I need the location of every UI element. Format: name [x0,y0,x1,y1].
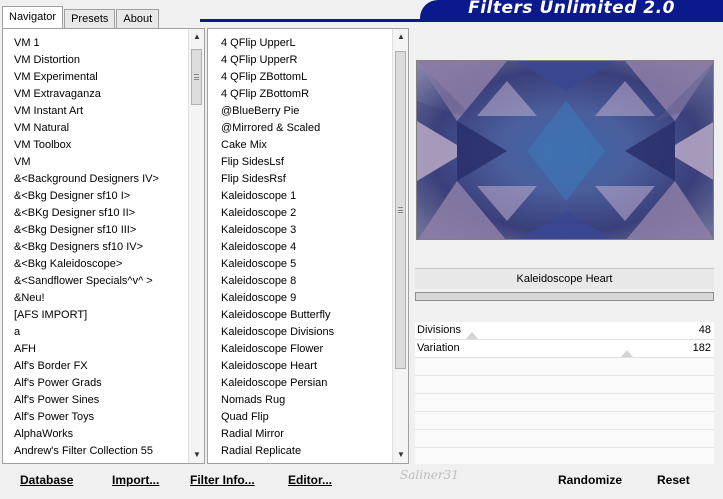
database-button[interactable]: Database [20,473,73,487]
list-item[interactable]: Kaleidoscope Divisions [208,324,392,341]
list-item[interactable]: Quad Flip [208,409,392,426]
list-item[interactable]: Andrew's Filter Collection 55 [3,443,188,460]
param-label: Divisions [417,324,462,336]
list-item[interactable]: Kaleidoscope Heart [208,358,392,375]
list-item[interactable]: 4 QFlip ZBottomL [208,69,392,86]
list-item[interactable]: 4 QFlip UpperR [208,52,392,69]
list-item[interactable]: 4 QFlip ZBottomR [208,86,392,103]
import-button[interactable]: Import... [112,473,159,487]
category-list-items: VM 1 VM Distortion VM Experimental VM Extra… [3,35,188,460]
list-item[interactable]: Alf's Power Toys [3,409,188,426]
progress-bar [415,292,714,301]
list-item[interactable]: [AFS IMPORT] [3,307,188,324]
empty-param-row [415,430,714,448]
scroll-down-icon[interactable]: ▼ [393,447,408,463]
category-scrollbar[interactable]: ▲ ▼ [188,29,204,463]
list-item[interactable]: Kaleidoscope 5 [208,256,392,273]
scroll-thumb[interactable] [395,51,406,369]
list-item[interactable]: Kaleidoscope Flower [208,341,392,358]
list-item[interactable]: VM Instant Art [3,103,188,120]
header-divider [200,19,723,22]
list-item[interactable]: &<Bkg Designers sf10 IV> [3,239,188,256]
list-item[interactable]: &<Bkg Designer sf10 I> [3,188,188,205]
empty-param-row [415,394,714,412]
list-item[interactable]: @Mirrored & Scaled [208,120,392,137]
list-item[interactable]: Kaleidoscope 8 [208,273,392,290]
list-item[interactable]: Radial Mirror [208,426,392,443]
list-item[interactable]: &<Bkg Designer sf10 III> [3,222,188,239]
tab-about[interactable]: About [116,9,160,28]
editor-button[interactable]: Editor... [288,473,332,487]
list-item[interactable]: Kaleidoscope 1 [208,188,392,205]
scroll-up-icon[interactable]: ▲ [393,29,408,45]
filter-info-button[interactable]: Filter Info... [190,473,255,487]
empty-param-row [415,376,714,394]
param-value: 48 [698,324,711,336]
list-item[interactable]: Radial Replicate [208,443,392,460]
app-title: Filters Unlimited 2.0 [468,0,675,18]
list-item[interactable]: Kaleidoscope 2 [208,205,392,222]
filter-list[interactable]: 4 QFlip UpperL 4 QFlip UpperR 4 QFlip ZBot… [207,28,409,464]
list-item[interactable]: Flip SidesLsf [208,154,392,171]
param-variation[interactable]: Variation 182 [415,340,714,358]
preview-image [416,60,714,240]
filter-list-items: 4 QFlip UpperL 4 QFlip UpperR 4 QFlip ZBot… [208,35,392,460]
list-item[interactable]: Alf's Power Sines [3,392,188,409]
button-bar: Database Import... Filter Info... Editor… [0,464,723,499]
category-list[interactable]: VM 1 VM Distortion VM Experimental VM Extra… [2,28,205,464]
list-item[interactable]: Alf's Power Grads [3,375,188,392]
list-item[interactable]: @BlueBerry Pie [208,103,392,120]
scroll-down-icon[interactable]: ▼ [189,447,204,463]
param-value: 182 [692,342,711,354]
list-item[interactable]: AFH [3,341,188,358]
list-item[interactable]: Cake Mix [208,137,392,154]
watermark-signature: Saliner31 [400,468,459,482]
empty-param-row [415,358,714,376]
list-item[interactable]: Alf's Border FX [3,358,188,375]
randomize-button[interactable]: Randomize [558,473,622,487]
param-divisions[interactable]: Divisions 48 [415,322,714,340]
reset-button[interactable]: Reset [657,473,690,487]
filter-scrollbar[interactable]: ▲ ▼ [392,29,408,463]
list-item[interactable]: VM Toolbox [3,137,188,154]
list-item[interactable]: VM Extravaganza [3,86,188,103]
list-item[interactable]: Kaleidoscope 3 [208,222,392,239]
selected-filter-name: Kaleidoscope Heart [415,268,714,289]
scroll-up-icon[interactable]: ▲ [189,29,204,45]
list-item[interactable]: &Neu! [3,290,188,307]
list-item[interactable]: VM Experimental [3,69,188,86]
param-label: Variation [417,342,460,354]
list-item[interactable]: Kaleidoscope Persian [208,375,392,392]
list-item[interactable]: &<Bkg Kaleidoscope> [3,256,188,273]
list-item[interactable]: VM Distortion [3,52,188,69]
tab-presets[interactable]: Presets [64,9,116,28]
list-item[interactable]: Kaleidoscope 4 [208,239,392,256]
empty-param-row [415,412,714,430]
list-item[interactable]: &<Background Designers IV> [3,171,188,188]
slider-marker-icon[interactable] [621,350,634,357]
list-item[interactable]: Kaleidoscope 9 [208,290,392,307]
title-banner: Filters Unlimited 2.0 [420,0,723,19]
list-item[interactable]: &<Sandflower Specials^v^ > [3,273,188,290]
list-item[interactable]: Nomads Rug [208,392,392,409]
list-item[interactable]: Kaleidoscope Butterfly [208,307,392,324]
list-item[interactable]: &<BKg Designer sf10 II> [3,205,188,222]
list-item[interactable]: VM 1 [3,35,188,52]
list-item[interactable]: VM [3,154,188,171]
tab-navigator[interactable]: Navigator [2,6,64,28]
slider-marker-icon[interactable] [465,332,478,339]
list-item[interactable]: Flip SidesRsf [208,171,392,188]
tab-bar: Navigator Presets About [2,6,160,28]
scroll-thumb[interactable] [191,49,202,105]
preview-panel: Kaleidoscope Heart Divisions 48 Variatio… [411,28,723,466]
list-item[interactable]: a [3,324,188,341]
list-item[interactable]: AlphaWorks [3,426,188,443]
list-item[interactable]: 4 QFlip UpperL [208,35,392,52]
list-item[interactable]: VM Natural [3,120,188,137]
